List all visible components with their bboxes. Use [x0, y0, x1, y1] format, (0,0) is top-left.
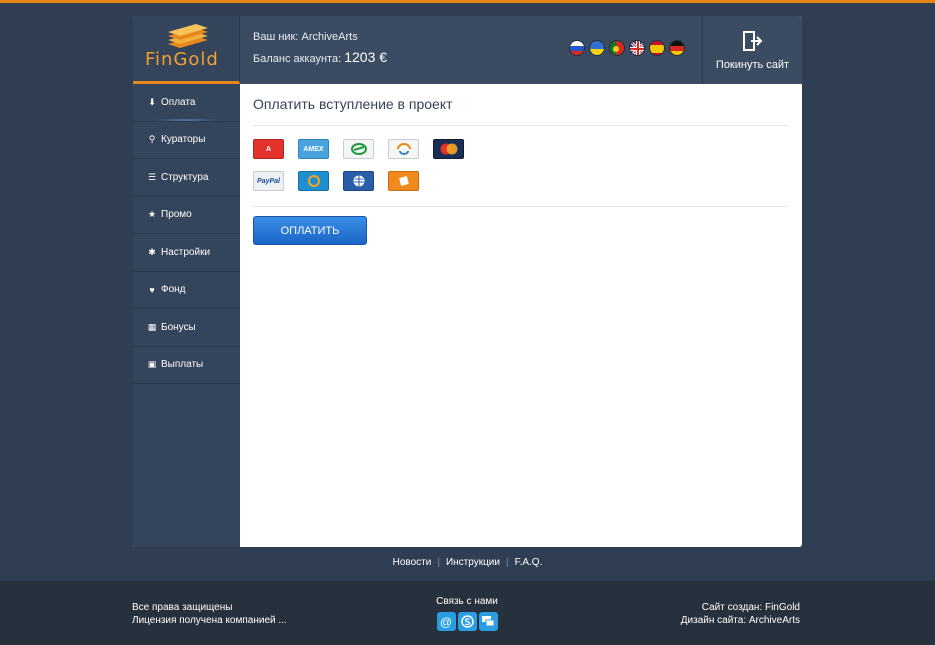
skype-icon[interactable]: [457, 612, 477, 631]
designed-by-text: Дизайн сайта: ArchiveArts: [680, 615, 800, 626]
gift-icon: ▦: [147, 321, 157, 332]
logo-text: FinGold: [145, 49, 219, 70]
contact-title: Связь с нами: [436, 596, 498, 607]
qiwi-icon[interactable]: [298, 171, 329, 191]
sidebar: ⬇ Оплата ⚲ Кураторы ☰ Структура ★ Промо …: [133, 84, 240, 547]
page-title: Оплатить вступление в проект: [253, 96, 453, 112]
download-icon: ⬇: [148, 96, 156, 107]
flag-ua-icon[interactable]: [589, 40, 605, 56]
balance-row: Баланс аккаунта: 1203 €: [253, 50, 387, 70]
chat-icon[interactable]: [478, 612, 498, 631]
flag-ru-icon[interactable]: [569, 40, 585, 56]
gear-icon: ✱: [148, 246, 156, 257]
sidebar-item-label: Настройки: [161, 246, 211, 258]
logo[interactable]: FinGold: [133, 16, 240, 84]
pay-button[interactable]: ОПЛАТИТЬ: [253, 216, 367, 245]
briefcase-icon: ▣: [147, 359, 157, 370]
logout-label: Покинуть сайт: [715, 59, 790, 71]
balance-label: Баланс аккаунта:: [253, 53, 342, 65]
nick-label: Ваш ник: ArchiveArts: [253, 31, 358, 43]
divider: [253, 125, 788, 126]
link-faq[interactable]: F.A.Q.: [515, 557, 543, 568]
list-icon: ☰: [147, 171, 157, 182]
main-container: FinGold Ваш ник: ArchiveArts Баланс акка…: [133, 16, 802, 547]
sidebar-item-bonuses[interactable]: ▦ Бонусы: [133, 309, 240, 347]
flag-pt-icon[interactable]: [609, 40, 625, 56]
sidebar-item-label: Промо: [161, 209, 192, 221]
license-text: Лицензия получена компанией ...: [132, 615, 287, 626]
sidebar-item-label: Кураторы: [161, 134, 206, 146]
footer-left: Все права защищены Лицензия получена ком…: [132, 601, 287, 627]
sberbank-icon[interactable]: [343, 139, 374, 159]
contact-block: Связь с нами @: [435, 596, 499, 631]
link-news[interactable]: Новости: [393, 557, 432, 568]
sidebar-item-label: Оплата: [161, 96, 196, 108]
sidebar-item-label: Фонд: [161, 284, 186, 296]
top-accent-line: [0, 0, 935, 3]
sidebar-item-settings[interactable]: ✱ Настройки: [133, 234, 240, 272]
sidebar-item-label: Бонусы: [161, 321, 196, 333]
separator: |: [437, 557, 440, 568]
separator: |: [505, 557, 509, 568]
sidebar-item-promo[interactable]: ★ Промо: [133, 197, 240, 234]
sidebar-item-payment[interactable]: ⬇ Оплата: [133, 84, 240, 122]
payment-methods: A AMEX PayPal: [253, 139, 473, 203]
flag-de-icon[interactable]: [669, 40, 685, 56]
divider: [253, 206, 788, 207]
user-info: Ваш ник: ArchiveArts Баланс аккаунта: 12…: [253, 30, 387, 70]
language-selector: [569, 40, 685, 56]
webmoney-icon[interactable]: [343, 171, 374, 191]
footer: Все права защищены Лицензия получена ком…: [0, 581, 935, 645]
rights-text: Все права защищены: [132, 602, 233, 613]
liqpay-icon[interactable]: [388, 139, 419, 159]
sidebar-item-fund[interactable]: ♥ Фонд: [133, 272, 240, 309]
heart-icon: ♥: [149, 284, 155, 295]
search-icon: ⚲: [148, 134, 156, 145]
sidebar-item-label: Выплаты: [161, 359, 204, 371]
sidebar-item-curators[interactable]: ⚲ Кураторы: [133, 122, 240, 159]
mastercard-icon[interactable]: [433, 139, 464, 159]
logout-icon: [703, 30, 802, 57]
created-by-text: Сайт создан: FinGold: [701, 602, 800, 613]
paypal-icon[interactable]: PayPal: [253, 171, 284, 191]
sidebar-item-structure[interactable]: ☰ Структура: [133, 159, 240, 197]
amex-icon[interactable]: AMEX: [298, 139, 329, 159]
flag-es-icon[interactable]: [649, 40, 665, 56]
link-instructions[interactable]: Инструкции: [446, 557, 500, 568]
logout-button[interactable]: Покинуть сайт: [702, 16, 802, 84]
main-content: Оплатить вступление в проект A AMEX PayP…: [240, 84, 802, 547]
sidebar-item-label: Структура: [161, 171, 209, 183]
sidebar-item-payouts[interactable]: ▣ Выплаты: [133, 347, 240, 384]
alfa-bank-icon[interactable]: A: [253, 139, 284, 159]
footer-right: Сайт создан: FinGold Дизайн сайта: Archi…: [681, 601, 800, 627]
email-icon[interactable]: @: [436, 612, 456, 631]
yandex-money-icon[interactable]: [388, 171, 419, 191]
header: FinGold Ваш ник: ArchiveArts Баланс акка…: [133, 16, 802, 84]
footer-links: Новости | Инструкции | F.A.Q.: [0, 557, 935, 568]
star-icon: ★: [147, 209, 157, 220]
flag-gb-icon[interactable]: [629, 40, 645, 56]
balance-value: 1203 €: [344, 49, 388, 65]
